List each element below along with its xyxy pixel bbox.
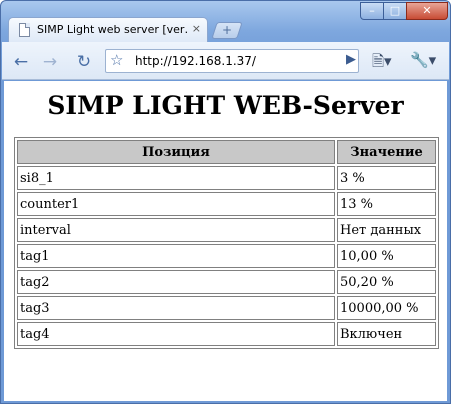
wrench-menu-icon[interactable]: 🔧▾	[410, 51, 436, 69]
cell-value: 13 %	[337, 192, 436, 216]
minimize-button[interactable]: –	[360, 2, 384, 20]
close-tab-icon[interactable]: ×	[192, 22, 201, 35]
table-row: tag4 Включен	[17, 322, 436, 346]
cell-position: counter1	[17, 192, 335, 216]
page-menu-icon[interactable]: 🗎▾	[372, 51, 392, 76]
url-text[interactable]: http://192.168.1.37/	[135, 54, 256, 68]
plus-icon: +	[221, 23, 233, 37]
cell-value: 10000,00 %	[337, 296, 436, 320]
table-row: tag1 10,00 %	[17, 244, 436, 268]
bookmark-star-icon[interactable]: ☆	[110, 51, 123, 69]
close-window-button[interactable]: ✕	[406, 2, 448, 20]
forward-arrow-icon[interactable]: →	[38, 51, 62, 73]
page-icon	[19, 23, 30, 37]
cell-position: tag1	[17, 244, 335, 268]
reload-icon[interactable]: ↻	[72, 51, 96, 73]
page-heading: SIMP LIGHT WEB-Server	[47, 91, 404, 120]
tab-title: SIMP Light web server [ver…	[37, 23, 187, 36]
cell-position: interval	[17, 218, 335, 242]
page-content: SIMP LIGHT WEB-Server Позиция Значение s…	[4, 81, 447, 401]
browser-tab[interactable]: SIMP Light web server [ver… ×	[8, 17, 208, 42]
browser-window: – □ ✕ SIMP Light web server [ver… × + ← …	[0, 0, 451, 404]
table-row: si8_1 3 %	[17, 166, 436, 190]
table-row: tag2 50,20 %	[17, 270, 436, 294]
maximize-button[interactable]: □	[383, 2, 407, 20]
cell-position: tag3	[17, 296, 335, 320]
data-table: Позиция Значение si8_1 3 % counter1 13 % int…	[14, 137, 439, 349]
cell-value: 10,00 %	[337, 244, 436, 268]
go-arrow-icon[interactable]: ▶	[346, 52, 356, 67]
header-value: Значение	[337, 140, 436, 164]
new-tab-button[interactable]: +	[211, 22, 243, 39]
table-row: counter1 13 %	[17, 192, 436, 216]
cell-position: si8_1	[17, 166, 335, 190]
address-bar[interactable]: ☆ http://192.168.1.37/ ▶	[105, 49, 359, 73]
header-position: Позиция	[17, 140, 335, 164]
cell-value: Включен	[337, 322, 436, 346]
cell-value: 3 %	[337, 166, 436, 190]
cell-position: tag4	[17, 322, 335, 346]
table-row: tag3 10000,00 %	[17, 296, 436, 320]
cell-value: 50,20 %	[337, 270, 436, 294]
cell-position: tag2	[17, 270, 335, 294]
back-arrow-icon[interactable]: ←	[9, 51, 33, 73]
table-row: interval Нет данных	[17, 218, 436, 242]
table-header-row: Позиция Значение	[17, 140, 436, 164]
toolbar: ← → ↻ ☆ http://192.168.1.37/ ▶ 🗎▾ 🔧▾	[2, 42, 449, 80]
cell-value: Нет данных	[337, 218, 436, 242]
